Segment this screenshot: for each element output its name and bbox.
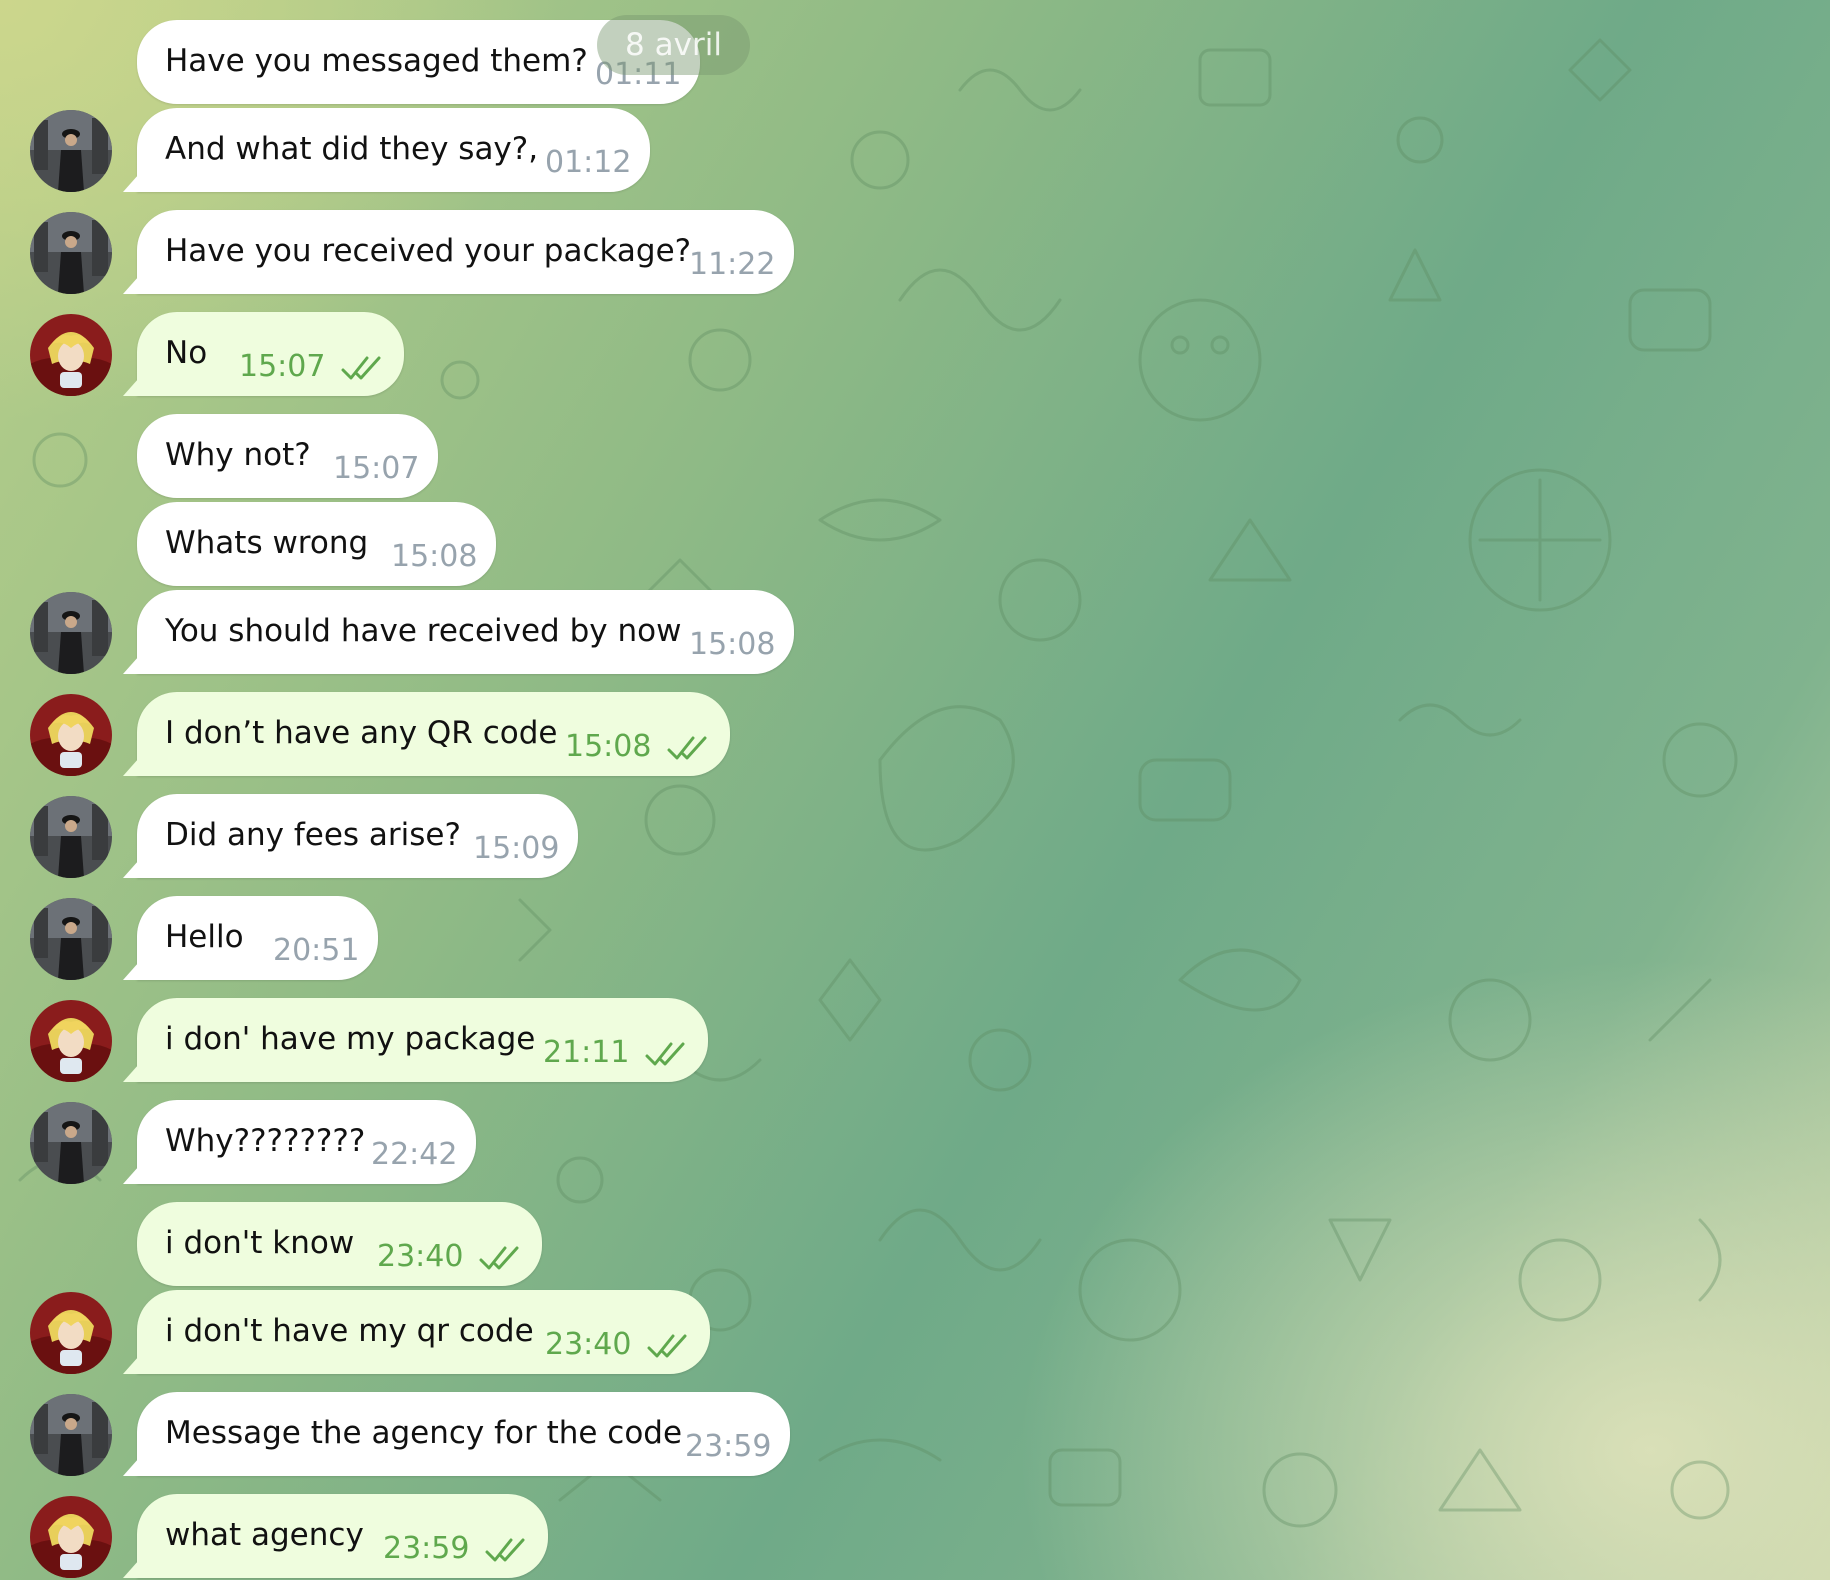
message-bubble[interactable]: i don't have my qr code 23:40 xyxy=(137,1290,710,1374)
message-bubble[interactable]: Whats wrong 15:08 xyxy=(137,502,496,586)
read-double-check-icon xyxy=(647,1334,687,1358)
message-time: 11:22 xyxy=(689,247,776,282)
message-text: You should have received by now xyxy=(165,613,682,649)
read-double-check-icon xyxy=(485,1538,525,1562)
message-text: I don’t have any QR code xyxy=(165,715,558,751)
message-text: Did any fees arise? xyxy=(165,817,461,853)
message-bubble[interactable]: No 15:07 xyxy=(137,312,404,396)
message-text: i don't know xyxy=(165,1225,355,1261)
message-time: 15:08 xyxy=(391,539,478,574)
message-bubble[interactable]: Why not? 15:07 xyxy=(137,414,438,498)
message-time: 23:59 xyxy=(383,1531,470,1566)
avatar[interactable] xyxy=(30,1292,112,1374)
message-time: 15:09 xyxy=(473,831,560,866)
avatar[interactable] xyxy=(30,1496,112,1578)
message-bubble[interactable]: Why???????? 22:42 xyxy=(137,1100,476,1184)
message-bubble[interactable]: And what did they say?, 01:12 xyxy=(137,108,650,192)
message-bubble[interactable]: Have you received your package? 11:22 xyxy=(137,210,794,294)
message-time: 15:07 xyxy=(333,451,420,486)
message-text: No xyxy=(165,335,208,371)
message-text: Why not? xyxy=(165,437,311,473)
avatar[interactable] xyxy=(30,1102,112,1184)
message-time: 23:59 xyxy=(685,1429,772,1464)
message-text: i don' have my package xyxy=(165,1021,536,1057)
message-time: 23:40 xyxy=(545,1327,632,1362)
read-double-check-icon xyxy=(667,736,707,760)
message-bubble[interactable]: You should have received by now 15:08 xyxy=(137,590,794,674)
message-text: Have you messaged them? xyxy=(165,43,588,79)
chat-viewport[interactable]: Have you messaged them? 01:11 8 avril An… xyxy=(0,0,1830,1580)
message-bubble[interactable]: what agency 23:59 xyxy=(137,1494,548,1578)
message-bubble[interactable]: i don' have my package 21:11 xyxy=(137,998,708,1082)
read-double-check-icon xyxy=(341,356,381,380)
message-text: Have you received your package? xyxy=(165,233,692,269)
avatar[interactable] xyxy=(30,1394,112,1476)
message-bubble[interactable]: Hello 20:51 xyxy=(137,896,378,980)
date-divider: 8 avril xyxy=(597,15,750,75)
message-time: 20:51 xyxy=(273,933,360,968)
message-time: 01:12 xyxy=(545,145,632,180)
message-time: 15:08 xyxy=(689,627,776,662)
avatar[interactable] xyxy=(30,1000,112,1082)
avatar[interactable] xyxy=(30,314,112,396)
avatar[interactable] xyxy=(30,898,112,980)
message-time: 15:08 xyxy=(565,729,652,764)
message-text: Why???????? xyxy=(165,1123,366,1159)
message-text: Whats wrong xyxy=(165,525,369,561)
message-bubble[interactable]: Message the agency for the code 23:59 xyxy=(137,1392,790,1476)
message-text: what agency xyxy=(165,1517,364,1553)
avatar[interactable] xyxy=(30,796,112,878)
avatar[interactable] xyxy=(30,110,112,192)
avatar[interactable] xyxy=(30,212,112,294)
message-text: Hello xyxy=(165,919,244,955)
message-text: i don't have my qr code xyxy=(165,1313,534,1349)
read-double-check-icon xyxy=(479,1246,519,1270)
avatar[interactable] xyxy=(30,694,112,776)
message-text: And what did they say?, xyxy=(165,131,539,167)
message-time: 15:07 xyxy=(239,349,326,384)
message-bubble[interactable]: I don’t have any QR code 15:08 xyxy=(137,692,730,776)
message-bubble[interactable]: Did any fees arise? 15:09 xyxy=(137,794,578,878)
message-time: 22:42 xyxy=(371,1137,458,1172)
message-time: 23:40 xyxy=(377,1239,464,1274)
message-bubble[interactable]: i don't know 23:40 xyxy=(137,1202,542,1286)
avatar[interactable] xyxy=(30,592,112,674)
message-text: Message the agency for the code xyxy=(165,1415,683,1451)
message-time: 21:11 xyxy=(543,1035,630,1070)
read-double-check-icon xyxy=(645,1042,685,1066)
